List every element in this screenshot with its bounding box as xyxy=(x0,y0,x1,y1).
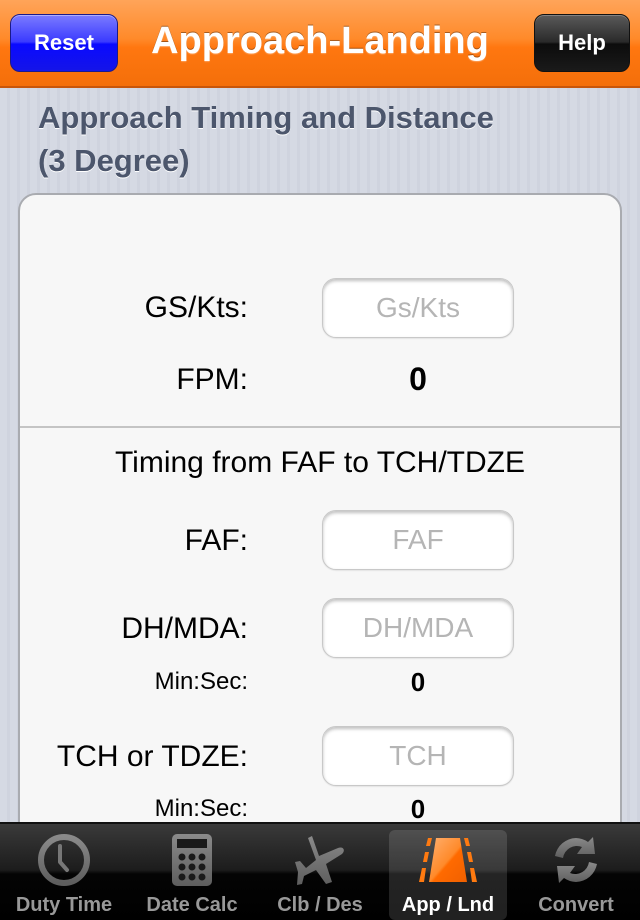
runway-icon xyxy=(418,832,478,888)
tab-label: Duty Time xyxy=(15,894,113,916)
section-divider xyxy=(20,426,620,428)
tab-app-lnd[interactable]: App / Lnd xyxy=(389,830,507,920)
tch-input[interactable] xyxy=(322,726,514,786)
tab-label: Convert xyxy=(538,894,614,916)
gs-label: GS/Kts: xyxy=(144,291,248,324)
faf-input[interactable] xyxy=(322,510,514,570)
timing-heading: Timing from FAF to TCH/TDZE xyxy=(114,446,526,479)
tab-label: App / Lnd xyxy=(401,894,495,916)
tab-convert[interactable]: Convert xyxy=(517,830,635,920)
calculator-icon xyxy=(162,832,222,888)
refresh-icon xyxy=(546,832,606,888)
tab-bar: Duty Time Date Calc Clb / Des App / Lnd … xyxy=(0,822,640,920)
fpm-value: 0 xyxy=(409,361,427,397)
help-button[interactable]: Help xyxy=(534,14,630,72)
tch-minsec-label: Min:Sec: xyxy=(154,795,248,822)
section-header: Approach Timing and Distance (3 Degree) xyxy=(38,96,598,182)
dhmda-label: DH/MDA: xyxy=(121,612,248,645)
tch-label: TCH or TDZE: xyxy=(56,740,248,773)
dhmda-minsec-label: Min:Sec: xyxy=(154,668,248,695)
dhmda-minsec-value: 0 xyxy=(410,667,426,697)
reset-button[interactable]: Reset xyxy=(10,14,118,72)
tch-minsec-value: 0 xyxy=(410,794,426,824)
fpm-label: FPM: xyxy=(176,363,248,396)
tab-label: Clb / Des xyxy=(277,894,363,916)
faf-label: FAF: xyxy=(184,524,248,557)
tab-clb-des[interactable]: Clb / Des xyxy=(261,830,379,920)
section-title-line1: Approach Timing and Distance xyxy=(38,100,494,135)
section-title-line2: (3 Degree) xyxy=(38,143,190,178)
airplane-icon xyxy=(290,832,350,888)
page-title: Approach-Landing xyxy=(151,20,489,62)
approach-card: GS/Kts: FPM: 0 Timing from FAF to TCH/TD… xyxy=(18,193,622,893)
tab-duty-time[interactable]: Duty Time xyxy=(5,830,123,920)
dhmda-input[interactable] xyxy=(322,598,514,658)
gs-kts-input[interactable] xyxy=(322,278,514,338)
clock-icon xyxy=(34,832,94,888)
tab-date-calc[interactable]: Date Calc xyxy=(133,830,251,920)
tab-label: Date Calc xyxy=(146,894,238,916)
navigation-bar: Reset Approach-Landing Help xyxy=(0,0,640,88)
